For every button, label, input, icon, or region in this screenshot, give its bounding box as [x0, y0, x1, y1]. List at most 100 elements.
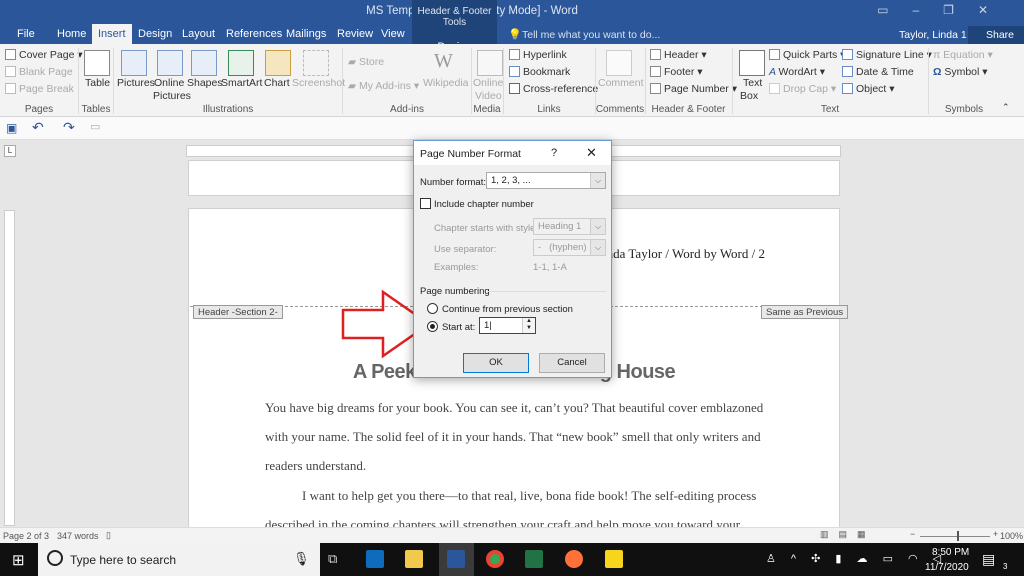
vertical-ruler[interactable]	[4, 210, 15, 526]
cover-page-button[interactable]: Cover Page ▾	[5, 49, 83, 61]
clock-date[interactable]: 11/7/2020	[925, 562, 969, 573]
wordart-button[interactable]: A WordArt ▾	[769, 66, 825, 78]
label: Header	[664, 49, 699, 61]
tab-file[interactable]: File	[17, 28, 35, 40]
comment-button[interactable]: Comment	[598, 77, 644, 89]
customize-icon[interactable]: ▭	[90, 120, 100, 133]
start-at-spinner[interactable]: ▲ ▼	[522, 318, 535, 333]
header-button[interactable]: Header ▾	[650, 49, 707, 61]
quick-parts-button[interactable]: Quick Parts ▾	[769, 49, 845, 61]
tab-mailings[interactable]: Mailings	[286, 28, 326, 40]
start-at-radio[interactable]	[427, 321, 438, 332]
zoom-slider[interactable]	[920, 536, 990, 537]
dialog-title-bar: Page Number Format ? ✕	[414, 141, 611, 165]
label: Page Break	[19, 83, 74, 95]
cross-reference-button[interactable]: Cross-reference	[509, 83, 598, 95]
clock-time[interactable]: 8:50 PM	[932, 547, 969, 558]
online-video-button[interactable]: Online	[473, 77, 503, 89]
sticky-notes-icon[interactable]	[605, 550, 623, 568]
page-number-button[interactable]: Page Number ▾	[650, 83, 737, 95]
view-buttons[interactable]: ▥▤▦	[820, 529, 876, 540]
online-pictures-button[interactable]: Online	[154, 77, 184, 89]
tab-selector[interactable]: L	[4, 145, 16, 157]
microphone-icon[interactable]: 🎙	[293, 551, 310, 567]
word-icon[interactable]	[447, 550, 465, 568]
chrome-icon[interactable]	[486, 550, 504, 568]
task-view-icon[interactable]: ⧉	[328, 551, 337, 567]
equation-button[interactable]: π Equation ▾	[933, 49, 993, 61]
tab-review[interactable]: Review	[337, 28, 373, 40]
cortana-icon	[47, 550, 63, 566]
my-addins-button[interactable]: ▰ My Add-ins ▾	[348, 80, 419, 92]
page-count[interactable]: Page 2 of 3	[3, 531, 49, 541]
wikipedia-button[interactable]: Wikipedia	[423, 77, 469, 89]
smartart-button[interactable]: SmartArt	[221, 77, 262, 89]
pictures-button[interactable]: Pictures	[117, 77, 155, 89]
tab-insert[interactable]: Insert	[92, 24, 132, 44]
tab-references[interactable]: References	[226, 28, 282, 40]
system-tray-icons[interactable]: ♙ ^ ✣ ▮ ☁ ▭ ◠ ◁	[766, 552, 947, 565]
undo-icon[interactable]: ↶	[32, 119, 44, 136]
symbol-button[interactable]: Ω Symbol ▾	[933, 66, 988, 78]
zoom-level[interactable]: 100%	[1000, 531, 1023, 541]
separator-select[interactable]: - (hyphen) ⌵	[533, 239, 606, 256]
text-box-button[interactable]: Text	[743, 77, 762, 89]
cover-page-icon	[5, 49, 16, 60]
object-button[interactable]: Object ▾	[842, 83, 895, 95]
ok-button[interactable]: OK	[463, 353, 529, 373]
table-button[interactable]: Table	[85, 77, 110, 89]
taskbar-search[interactable]: Type here to search 🎙	[38, 543, 320, 576]
save-icon[interactable]: ▣	[6, 121, 17, 135]
signature-line-button[interactable]: Signature Line ▾	[842, 49, 932, 61]
chapter-style-label: Chapter starts with style:	[434, 223, 539, 234]
footer-button[interactable]: Footer ▾	[650, 66, 703, 78]
outlook-icon[interactable]	[366, 550, 384, 568]
firefox-icon[interactable]	[565, 550, 583, 568]
number-format-select[interactable]: 1, 2, 3, ... ⌵	[486, 172, 606, 189]
chart-button[interactable]: Chart	[264, 77, 290, 89]
title-bar: MS Template [Compatibility Mode] - Word …	[0, 0, 1024, 44]
proofing-icon[interactable]: ▯	[106, 530, 111, 541]
page-break-button[interactable]: Page Break	[5, 83, 74, 95]
search-placeholder: Type here to search	[70, 553, 177, 567]
zoom-in-icon[interactable]: +	[993, 529, 998, 539]
tab-layout[interactable]: Layout	[182, 28, 215, 40]
cancel-button[interactable]: Cancel	[539, 353, 605, 373]
group-addins: Add-ins	[390, 104, 424, 115]
zoom-out-icon[interactable]: −	[910, 529, 915, 539]
zoom-slider-thumb[interactable]	[957, 531, 959, 541]
collapse-ribbon-icon[interactable]: ⌃	[1002, 102, 1010, 113]
shapes-button[interactable]: Shapes	[187, 77, 223, 89]
value: - (hyphen)	[538, 242, 587, 253]
group-header-footer: Header & Footer	[651, 104, 726, 115]
store-button[interactable]: ▰ Store	[348, 56, 384, 68]
screenshot-button[interactable]: Screenshot	[292, 77, 345, 89]
windows-start-icon[interactable]: ⊞	[12, 551, 25, 569]
date-time-button[interactable]: Date & Time	[842, 66, 914, 78]
redo-icon[interactable]: ↷	[63, 119, 75, 136]
notifications-icon[interactable]: ▤	[982, 551, 995, 568]
file-explorer-icon[interactable]	[405, 550, 423, 568]
blank-page-button[interactable]: Blank Page	[5, 66, 73, 78]
hyperlink-button[interactable]: Hyperlink	[509, 49, 567, 61]
footer-icon	[650, 66, 661, 77]
include-chapter-checkbox[interactable]	[420, 198, 431, 209]
tab-home[interactable]: Home	[57, 28, 86, 40]
table-icon	[84, 50, 110, 76]
excel-icon[interactable]	[525, 550, 543, 568]
continue-radio[interactable]	[427, 303, 438, 314]
chapter-style-select[interactable]: Heading 1 ⌵	[533, 218, 606, 235]
user-name[interactable]: Taylor, Linda 1	[899, 29, 967, 41]
tell-me-input[interactable]: Tell me what you want to do...	[522, 29, 660, 41]
help-button[interactable]: ?	[551, 147, 557, 159]
word-count[interactable]: 347 words	[57, 531, 99, 541]
tab-design[interactable]: Design	[138, 28, 172, 40]
bookmark-button[interactable]: Bookmark	[509, 66, 570, 78]
cross-reference-icon	[509, 83, 520, 94]
share-button[interactable]: Share	[968, 26, 1024, 44]
window-controls[interactable]: ▭–❐✕	[877, 3, 1012, 17]
tab-view[interactable]: View	[381, 28, 405, 40]
close-icon[interactable]: ✕	[586, 145, 597, 161]
chart-icon	[265, 50, 291, 76]
drop-cap-button[interactable]: Drop Cap ▾	[769, 83, 836, 95]
